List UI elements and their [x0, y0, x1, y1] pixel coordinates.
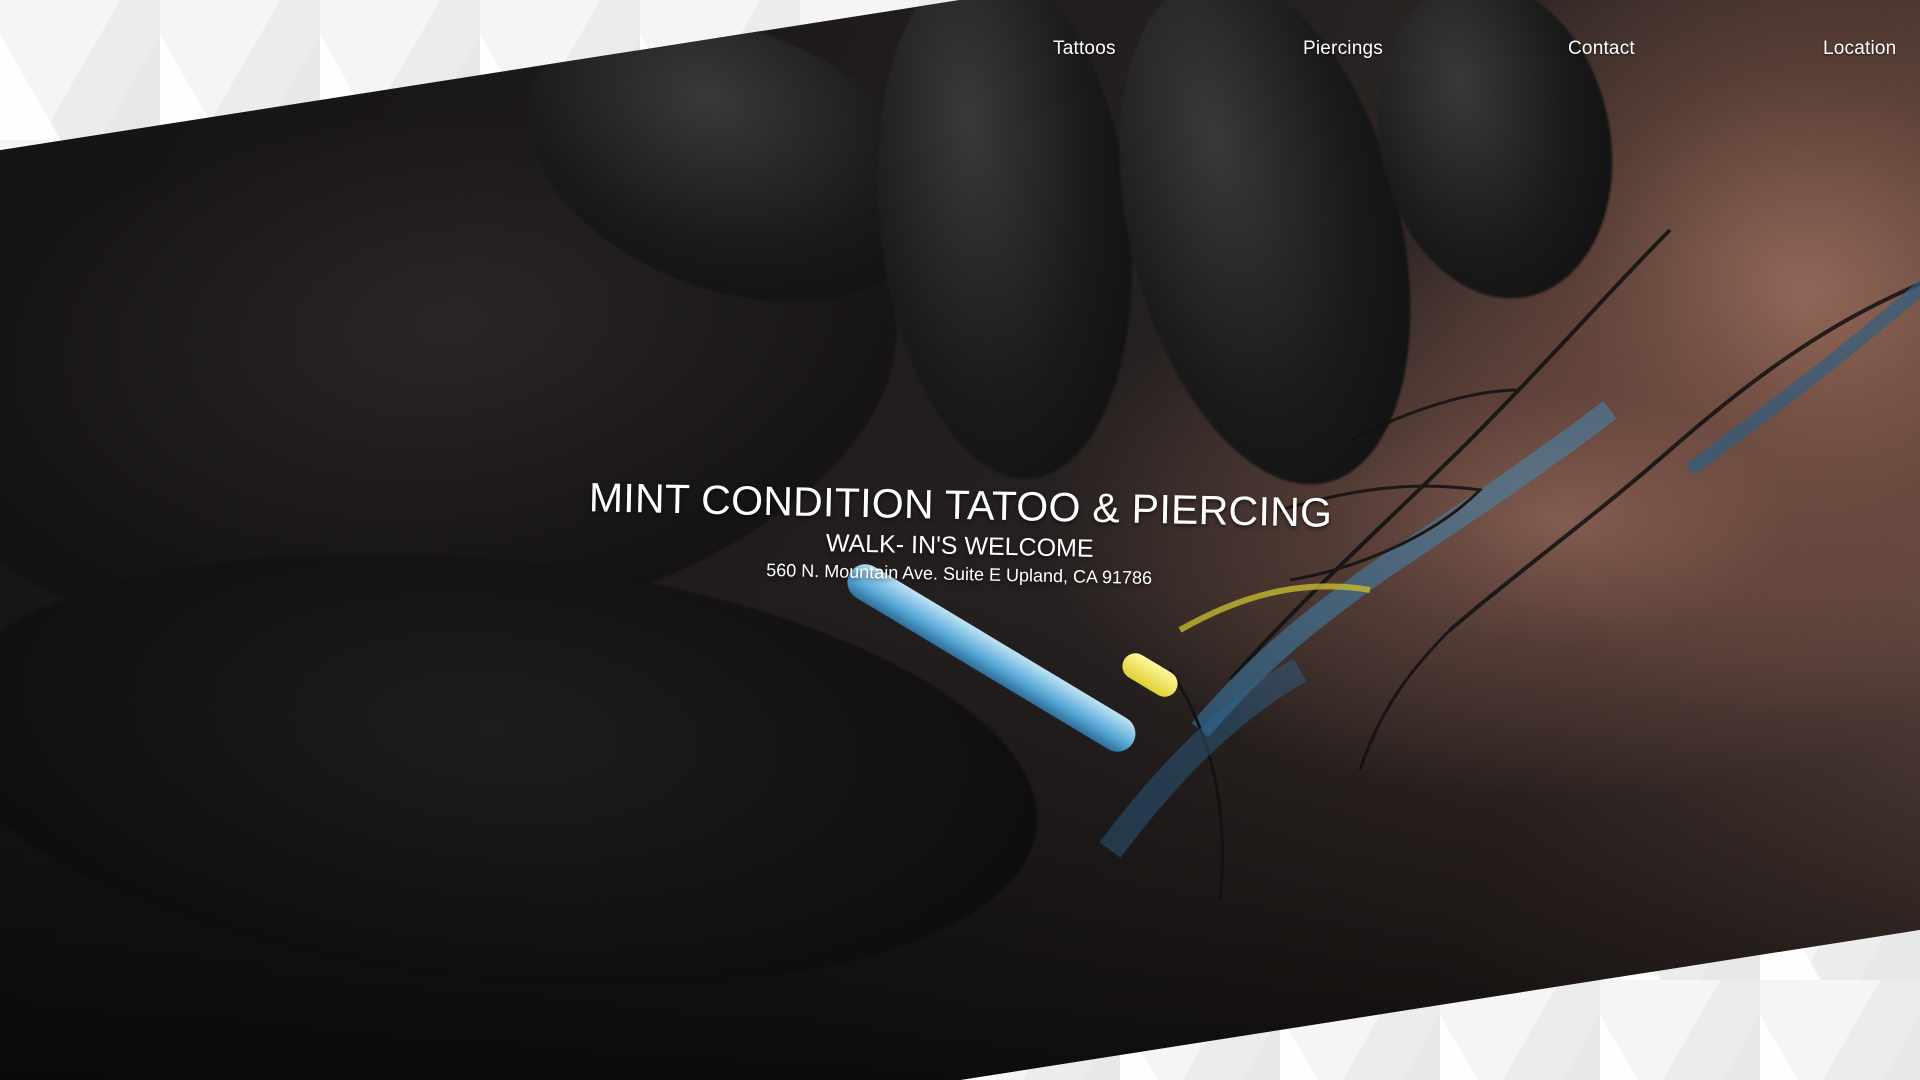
nav-link-tattoos[interactable]: Tattoos — [1053, 38, 1116, 60]
nav-link-contact[interactable]: Contact — [1568, 38, 1635, 60]
hero-text-block: MINT CONDITION TATOO & PIERCING WALK- IN… — [559, 472, 1361, 595]
nav-link-location[interactable]: Location — [1823, 38, 1896, 60]
nav-link-piercings[interactable]: Piercings — [1303, 38, 1383, 60]
page: Tattoos Piercings Contact Location MINT … — [0, 0, 1920, 1080]
main-navigation: Tattoos Piercings Contact Location — [0, 38, 1920, 68]
